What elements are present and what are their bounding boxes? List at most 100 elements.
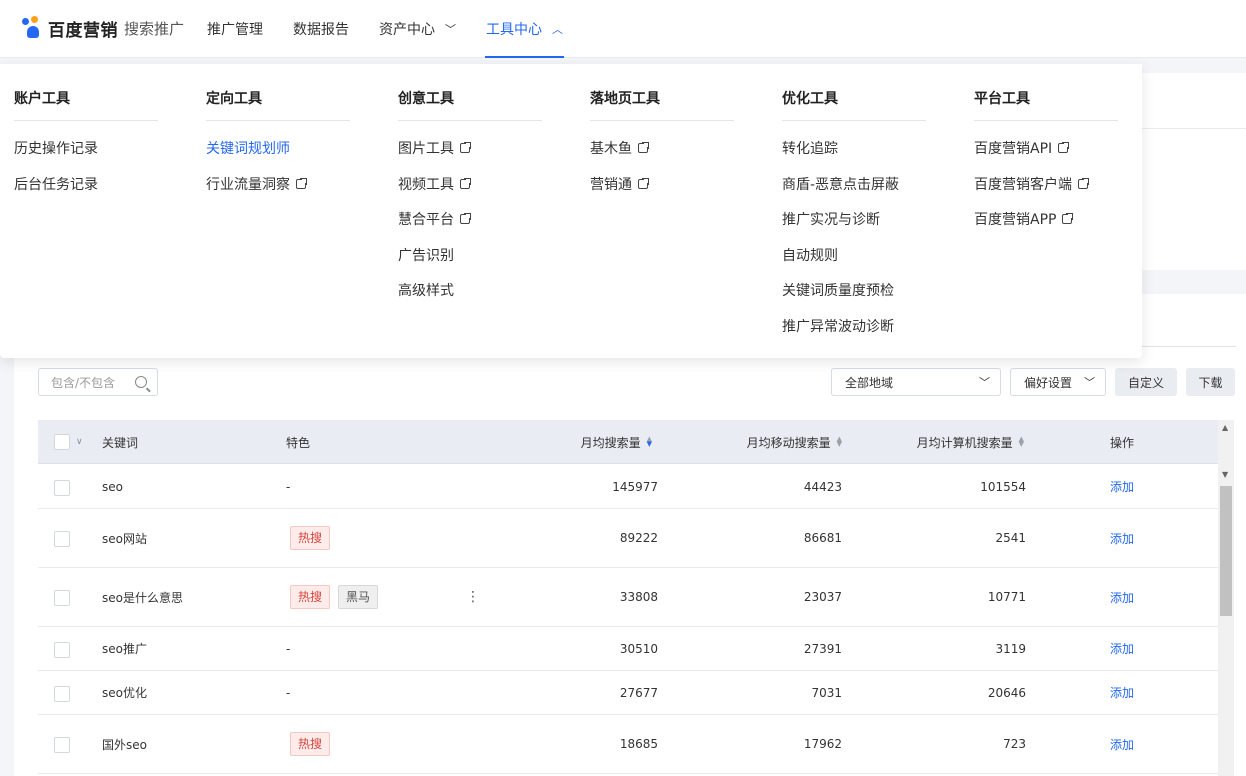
menu-item-api[interactable]: 百度营销API [974, 138, 1071, 158]
feature-cell: - [286, 641, 291, 656]
select-all-control[interactable]: ∨ [54, 434, 83, 450]
external-link-icon [1062, 212, 1075, 224]
monthly-search-cell: 145977 [612, 479, 658, 494]
menu-item-video-tool[interactable]: 视频工具 [398, 174, 472, 194]
scroll-down-arrow-icon[interactable]: ▼ [1222, 470, 1228, 479]
download-button[interactable]: 下载 [1186, 368, 1235, 396]
scroll-up-arrow-icon[interactable]: ▲ [1222, 423, 1228, 432]
mobile-search-cell: 44423 [803, 479, 842, 494]
region-select-value: 全部地域 [845, 375, 894, 390]
add-keyword-link[interactable]: 添加 [1110, 715, 1134, 773]
external-link-icon [296, 177, 308, 189]
menu-item-industry-traffic-insight[interactable]: 行业流量洞察 [206, 174, 308, 194]
row-checkbox[interactable] [54, 480, 70, 496]
nav-data-report[interactable]: 数据报告 [278, 0, 364, 58]
keyword-cell: 国外seo [102, 737, 147, 752]
keyword-cell: seo优化 [102, 686, 147, 700]
select-all-checkbox[interactable] [54, 434, 70, 450]
menu-item-jimuyu[interactable]: 基木鱼 [590, 138, 650, 158]
table-row: seo优化 - 27677 7031 20646 添加 [38, 671, 1218, 715]
mobile-search-cell: 7031 [811, 685, 842, 700]
row-checkbox[interactable] [54, 737, 70, 753]
nav-tool-center[interactable]: 工具中心 ︿ [471, 0, 578, 58]
main-nav: 推广管理 数据报告 资产中心 ﹀ 工具中心 ︿ [192, 0, 578, 58]
monthly-search-cell: 27677 [619, 685, 658, 700]
pc-search-cell: 10771 [987, 590, 1026, 604]
menu-item-anomaly-diagnosis[interactable]: 推广异常波动诊断 [782, 316, 894, 336]
mobile-search-cell: 17962 [803, 737, 842, 751]
external-link-icon [638, 141, 650, 153]
menu-item-operation-history[interactable]: 历史操作记录 [14, 138, 98, 158]
col-monthly-search-label: 月均搜索量 [580, 435, 641, 450]
scrollbar-thumb[interactable] [1220, 486, 1232, 616]
menu-column-title: 创意工具 [398, 88, 542, 121]
baidu-marketing-logo-icon [20, 16, 46, 40]
col-mobile-search-label: 月均移动搜索量 [746, 435, 831, 450]
col-pc-search[interactable]: 月均计算机搜索量 ▲ ▼ [868, 420, 1024, 464]
row-checkbox[interactable] [54, 686, 70, 702]
menu-item-background-tasks[interactable]: 后台任务记录 [14, 174, 98, 194]
menu-column-title: 定向工具 [206, 88, 350, 121]
add-keyword-link[interactable]: 添加 [1110, 509, 1134, 567]
hot-search-tag: 热搜 [290, 585, 331, 609]
menu-item-keyword-planner[interactable]: 关键词规划师 [206, 138, 290, 158]
chevron-up-icon: ︿ [552, 23, 563, 36]
table-row: seo是什么意思 热搜 黑马 ⋮ 33808 23037 10771 添加 [38, 568, 1218, 627]
logo[interactable]: 百度营销 搜索推广 [20, 14, 184, 42]
monthly-search-cell: 18685 [619, 737, 658, 751]
more-options-icon[interactable]: ⋮ [466, 568, 480, 626]
sort-icon[interactable]: ▲ ▼ [1019, 436, 1024, 448]
menu-item-live-diagnosis[interactable]: 推广实况与诊断 [782, 209, 880, 229]
menu-item-malicious-click-shield[interactable]: 商盾-恶意点击屏蔽 [782, 174, 899, 194]
external-link-icon [460, 212, 472, 224]
brand-name: 百度营销 [48, 20, 118, 41]
chevron-down-icon[interactable]: ∨ [76, 437, 83, 447]
menu-item-yingxiaotong[interactable]: 营销通 [590, 174, 650, 194]
sort-icon[interactable]: ▲ ▼ [837, 436, 842, 448]
preference-select-value: 偏好设置 [1024, 375, 1073, 390]
search-icon[interactable] [135, 376, 147, 388]
external-link-icon [1058, 141, 1071, 153]
dark-horse-tag: 黑马 [338, 585, 379, 609]
section-gap [1142, 270, 1246, 294]
menu-item-app[interactable]: 百度营销APP [974, 209, 1075, 229]
add-keyword-link[interactable]: 添加 [1110, 465, 1134, 508]
menu-item-auto-rules[interactable]: 自动规则 [782, 245, 838, 265]
customize-button[interactable]: 自定义 [1115, 368, 1177, 396]
pc-search-cell: 2541 [995, 531, 1026, 545]
col-monthly-search[interactable]: 月均搜索量 ▲ ▼ [518, 420, 652, 464]
col-keyword: 关键词 [102, 435, 139, 450]
chevron-down-icon: ﹀ [979, 376, 990, 389]
external-link-icon [1078, 177, 1090, 189]
mobile-search-cell: 23037 [803, 590, 842, 604]
row-checkbox[interactable] [54, 642, 70, 658]
keyword-filter-input[interactable]: 包含/不包含 [38, 368, 158, 396]
col-mobile-search[interactable]: 月均移动搜索量 ▲ ▼ [688, 420, 842, 464]
add-keyword-link[interactable]: 添加 [1110, 568, 1134, 626]
external-link-icon [638, 177, 650, 189]
row-checkbox[interactable] [54, 531, 70, 547]
preference-select[interactable]: 偏好设置 ﹀ [1010, 368, 1106, 396]
feature-cell: - [286, 685, 291, 700]
table-row: seo推广 - 30510 27391 3119 添加 [38, 627, 1218, 671]
top-nav-bar: 百度营销 搜索推广 推广管理 数据报告 资产中心 ﹀ 工具中心 ︿ [0, 0, 1246, 58]
menu-item-desktop-client[interactable]: 百度营销客户端 [974, 174, 1090, 194]
menu-item-advanced-style[interactable]: 高级样式 [398, 280, 454, 300]
pc-search-cell: 101554 [980, 479, 1026, 494]
keyword-cell: seo推广 [102, 642, 147, 656]
menu-item-conversion-tracking[interactable]: 转化追踪 [782, 138, 838, 158]
nav-promotion-management[interactable]: 推广管理 [192, 0, 278, 58]
menu-item-huihe-platform[interactable]: 慧合平台 [398, 209, 472, 229]
keyword-cell: seo网站 [102, 531, 147, 546]
sort-icon[interactable]: ▲ ▼ [647, 436, 652, 448]
table-row: seo - 145977 44423 101554 添加 [38, 465, 1218, 509]
region-select[interactable]: 全部地域 ﹀ [831, 368, 1001, 396]
add-keyword-link[interactable]: 添加 [1110, 627, 1134, 670]
table-row: seo网站 热搜 89222 86681 2541 添加 [38, 509, 1218, 568]
row-checkbox[interactable] [54, 590, 70, 606]
menu-item-keyword-quality-precheck[interactable]: 关键词质量度预检 [782, 280, 894, 300]
nav-asset-center[interactable]: 资产中心 ﹀ [364, 0, 471, 58]
menu-item-image-tool[interactable]: 图片工具 [398, 138, 472, 158]
add-keyword-link[interactable]: 添加 [1110, 671, 1134, 714]
menu-item-ad-recognition[interactable]: 广告识别 [398, 245, 454, 265]
